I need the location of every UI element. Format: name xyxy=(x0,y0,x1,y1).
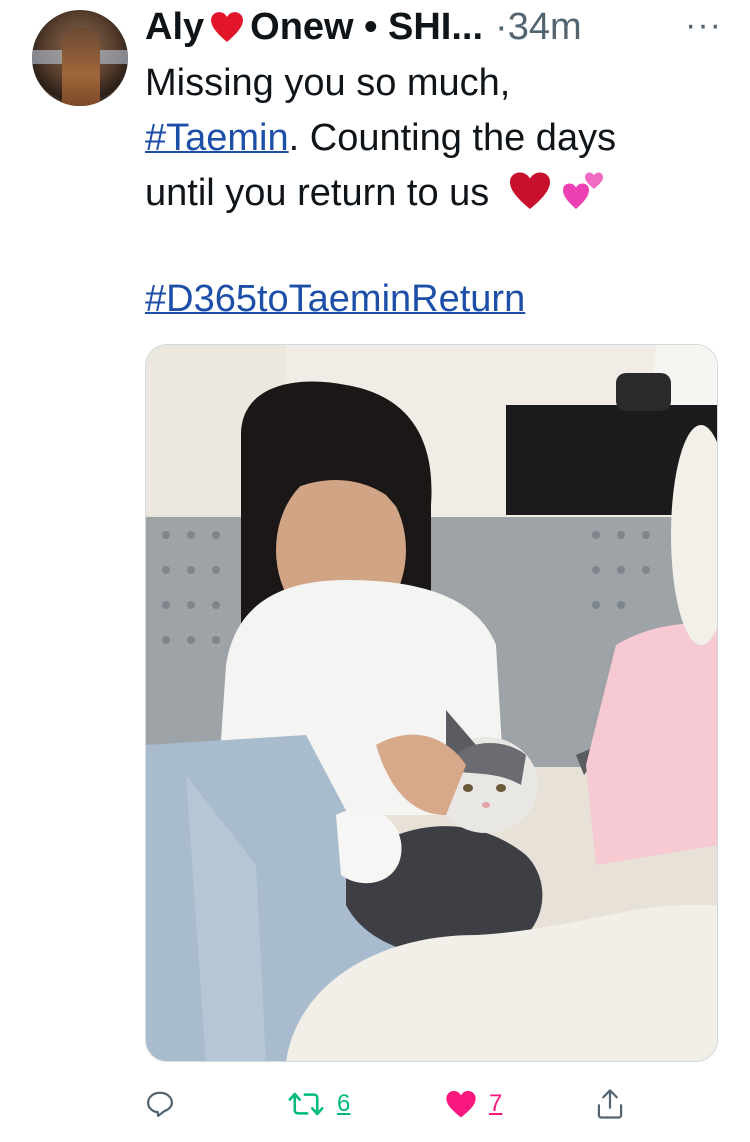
tweet-text-line2: . Counting the days xyxy=(288,117,617,159)
photo-illustration xyxy=(146,345,717,1061)
like-button[interactable]: 7 xyxy=(445,1084,502,1124)
tweet-timestamp[interactable]: ·34m xyxy=(495,6,582,49)
tweet-text-line3: until you return to us xyxy=(145,172,490,214)
two-hearts-emoji xyxy=(563,172,604,209)
avatar[interactable] xyxy=(32,10,128,106)
hashtag-line: #D365toTaeminReturn xyxy=(145,272,525,327)
tweet-text-line1: Missing you so much, xyxy=(145,62,511,104)
hashtag-taemin[interactable]: #Taemin xyxy=(145,117,289,159)
reply-button[interactable] xyxy=(145,1084,175,1124)
share-button[interactable] xyxy=(595,1084,625,1124)
hashtag-d365[interactable]: #D365toTaeminReturn xyxy=(145,278,525,320)
retweet-count[interactable]: 6 xyxy=(337,1090,350,1118)
retweet-button[interactable]: 6 xyxy=(287,1084,350,1124)
tweet-actions: 6 7 xyxy=(145,1084,655,1128)
like-icon xyxy=(446,1090,476,1118)
retweet-icon xyxy=(288,1092,324,1116)
red-heart-emoji xyxy=(509,172,550,209)
tweet-photo[interactable] xyxy=(145,344,718,1062)
reply-icon xyxy=(147,1091,173,1117)
heart-emoji xyxy=(211,12,244,42)
more-icon[interactable]: ··· xyxy=(685,6,722,45)
tweet-body: Missing you so much, #Taemin. Counting t… xyxy=(145,56,725,221)
avatar-figure xyxy=(62,28,100,106)
tweet-header: Aly Onew • SHI... ·34m ··· xyxy=(145,4,722,50)
like-count[interactable]: 7 xyxy=(489,1090,502,1118)
author-display-name[interactable]: Aly xyxy=(145,6,204,49)
author-name-rest[interactable]: Onew • SHI... xyxy=(250,6,483,49)
share-icon xyxy=(597,1089,623,1119)
